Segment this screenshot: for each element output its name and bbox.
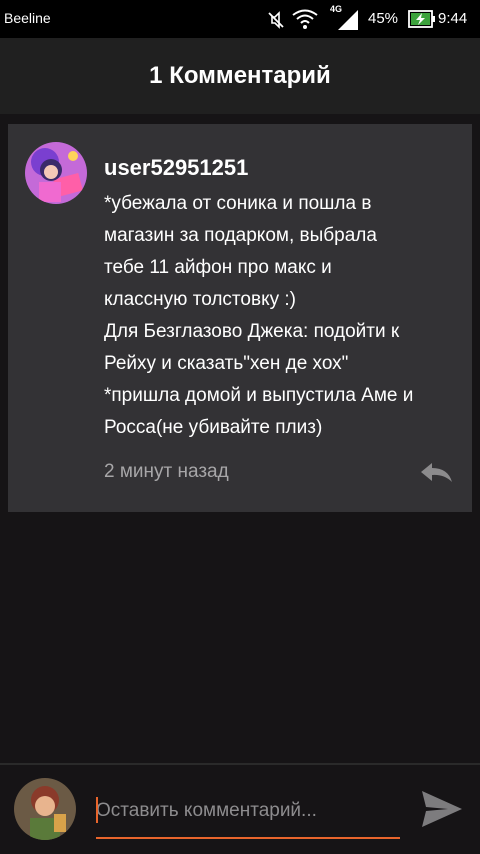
comment-timestamp: 2 минут назад xyxy=(104,461,229,482)
status-bar: Beeline 4G 45% 9:44 xyxy=(0,0,480,38)
carrier-name: Beeline xyxy=(4,10,51,26)
comment-input[interactable] xyxy=(96,793,398,829)
battery-charging-icon xyxy=(408,10,435,28)
header: 1 Комментарий xyxy=(0,38,480,114)
text-cursor xyxy=(96,797,98,823)
signal-icon: 4G xyxy=(330,4,360,32)
avatar[interactable] xyxy=(25,142,87,204)
current-user-avatar[interactable] xyxy=(14,778,76,840)
battery-percent: 45% xyxy=(368,10,399,27)
comment-line: классную толстовку :) xyxy=(104,289,296,310)
comment-card: user52951251 *убежала от соника и пошла … xyxy=(8,124,472,512)
comment-line: тебе 11 айфон про макс и xyxy=(104,257,332,278)
send-icon[interactable] xyxy=(420,789,464,829)
clock: 9:44 xyxy=(438,10,468,27)
page-title: 1 Комментарий xyxy=(149,62,331,89)
comment-line: Для Безглазово Джека: подойти к xyxy=(104,321,400,342)
reply-icon[interactable] xyxy=(418,460,454,486)
comment-line: *убежала от соника и пошла в xyxy=(104,193,372,214)
input-underline xyxy=(96,837,400,839)
comment-line: Росса(не убивайте плиз) xyxy=(104,417,323,438)
wifi-icon xyxy=(292,9,318,29)
mute-icon xyxy=(268,11,284,29)
comment-compose-bar xyxy=(0,765,480,854)
comment-line: Рейху и сказать"хен де хох" xyxy=(104,353,349,374)
comment-body: *убежала от соника и пошла в магазин за … xyxy=(104,188,464,444)
comment-username[interactable]: user52951251 xyxy=(104,155,248,181)
comment-line: *пришла домой и выпустила Аме и xyxy=(104,385,414,406)
comment-line: магазин за подарком, выбрала xyxy=(104,225,377,246)
